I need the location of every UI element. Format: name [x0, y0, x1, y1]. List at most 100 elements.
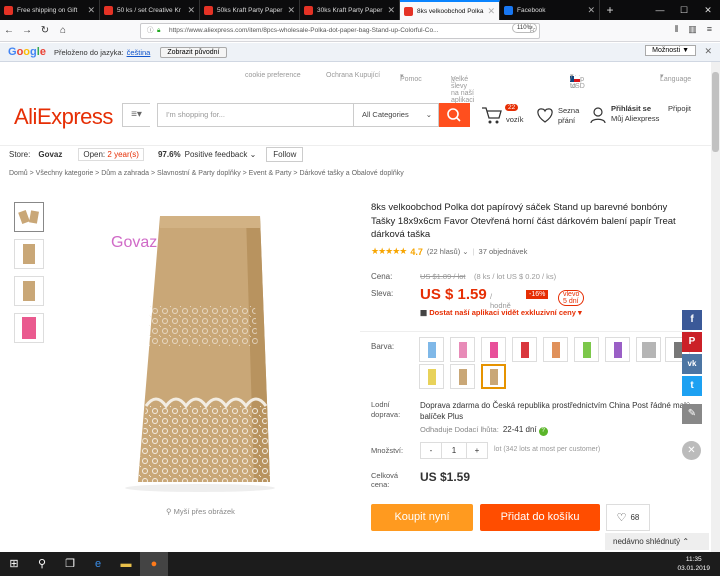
category-select[interactable]: All Categories ⌄: [354, 103, 439, 127]
thumbnail[interactable]: [14, 276, 44, 306]
scrollbar-thumb[interactable]: [712, 72, 719, 152]
reload-icon[interactable]: ↻: [36, 25, 54, 36]
close-tab-icon[interactable]: ✕: [387, 5, 395, 16]
thumbnail[interactable]: [14, 239, 44, 269]
browser-tab[interactable]: 50 ks / set Creative Kr ✕: [100, 0, 200, 20]
back-icon[interactable]: ←: [0, 25, 18, 36]
sidebar-icon[interactable]: ▥: [688, 24, 697, 35]
library-icon[interactable]: ⫴: [674, 24, 678, 35]
browser-tab[interactable]: 30ks Kraft Party Paper ✕: [300, 0, 400, 20]
aliexpress-logo[interactable]: AliExpress: [14, 104, 113, 130]
color-swatch[interactable]: [574, 337, 599, 362]
buyer-protection-link[interactable]: Ochrana Kupující: [326, 72, 380, 79]
info-icon[interactable]: ⓘ: [147, 24, 154, 38]
quantity-decrease-button[interactable]: -: [421, 443, 441, 458]
twitter-share-icon[interactable]: t: [682, 376, 702, 396]
cookie-link[interactable]: cookie preference: [245, 72, 301, 79]
close-icon[interactable]: ✕: [704, 46, 712, 57]
browser-tab[interactable]: 50ks Kraft Party Paper ✕: [200, 0, 300, 20]
forward-icon[interactable]: →: [18, 25, 36, 36]
scrollbar[interactable]: [711, 62, 720, 552]
language-select[interactable]: čeština: [127, 48, 151, 57]
product-image[interactable]: [50, 196, 358, 502]
close-window-icon[interactable]: ✕: [696, 0, 720, 20]
thumbnail[interactable]: [14, 313, 44, 343]
buy-now-button[interactable]: Koupit nyní: [371, 504, 473, 531]
help-icon[interactable]: ?: [538, 427, 548, 436]
heart-icon[interactable]: [535, 106, 555, 124]
file-explorer-icon[interactable]: ▬: [112, 552, 140, 576]
facebook-share-icon[interactable]: f: [682, 310, 702, 330]
search-button[interactable]: [439, 103, 470, 127]
address-bar[interactable]: ⓘ 🔒︎ https://www.aliexpress.com/item/8pcs-…: [140, 23, 540, 39]
category-menu-button[interactable]: ≡▾: [122, 103, 150, 127]
reviews-link[interactable]: (22 hlasů) ⌄: [427, 247, 469, 256]
original-price: US $1.89 / lot: [420, 272, 466, 281]
add-to-cart-button[interactable]: Přidat do košíku: [480, 504, 600, 531]
browser-tab[interactable]: Free shipping on Gift ✕: [0, 0, 100, 20]
toolbar-right: ⫴ ▥ ≡: [674, 24, 712, 35]
task-view-icon[interactable]: ❐: [56, 552, 84, 576]
color-swatch[interactable]: [450, 337, 475, 362]
account-link[interactable]: Přihlásit se Můj Aliexpress: [611, 104, 659, 124]
ship-to-link[interactable]: Ship to / USD ▾: [570, 72, 585, 90]
home-icon[interactable]: ⌂: [54, 25, 72, 36]
cart-label[interactable]: vozík: [506, 115, 524, 124]
color-swatch[interactable]: [543, 337, 568, 362]
options-button[interactable]: Možnosti ▼: [645, 45, 696, 56]
close-tab-icon[interactable]: ✕: [287, 5, 295, 16]
close-tab-icon[interactable]: ✕: [587, 5, 595, 16]
browser-tab[interactable]: Facebook ✕: [500, 0, 600, 20]
add-to-wishlist-button[interactable]: ♡ 68: [606, 504, 650, 531]
minimize-icon[interactable]: —: [648, 0, 672, 20]
heart-icon: ♡: [616, 512, 627, 524]
feedback-percent: 97.6%: [157, 150, 181, 159]
store-name[interactable]: Govaz: [38, 150, 62, 159]
color-swatch[interactable]: [419, 364, 444, 389]
new-tab-button[interactable]: +: [600, 0, 620, 20]
clock[interactable]: 11:35 03.01.2019: [677, 555, 710, 573]
wishlist-link[interactable]: Sezna přání: [558, 106, 579, 126]
help-link[interactable]: Pomoc ▾: [400, 72, 422, 83]
browser-tab-active[interactable]: 8ks velkoobchod Polka ✕: [400, 0, 500, 20]
bookmark-icon[interactable]: ☆: [528, 24, 536, 35]
thumbnail[interactable]: [14, 202, 44, 232]
user-icon[interactable]: [589, 106, 607, 124]
color-swatch[interactable]: [481, 337, 506, 362]
quantity-input[interactable]: 1: [441, 443, 467, 458]
show-original-button[interactable]: Zobrazit původní: [160, 46, 227, 58]
windows-start-icon[interactable]: ⊞: [0, 552, 28, 576]
close-tab-icon[interactable]: ✕: [87, 5, 95, 16]
search-icon[interactable]: ⚲: [28, 552, 56, 576]
maximize-icon[interactable]: ☐: [672, 0, 696, 20]
rating-row: ★★★★★ 4.7 (22 hlasů) ⌄ | 37 objednávek: [371, 246, 528, 257]
close-icon[interactable]: ✕: [682, 441, 701, 460]
close-tab-icon[interactable]: ✕: [187, 5, 195, 16]
follow-button[interactable]: Follow: [266, 147, 304, 162]
register-link[interactable]: Připojit: [668, 104, 691, 113]
language-link[interactable]: Language ▾: [660, 72, 691, 83]
breadcrumb[interactable]: Domů > Všechny kategorie > Dům a zahrada…: [9, 170, 404, 177]
search-input[interactable]: I'm shopping for...: [157, 103, 354, 127]
close-tab-icon[interactable]: ✕: [487, 6, 495, 17]
feedback-link[interactable]: Positive feedback ⌄: [185, 150, 257, 159]
menu-icon[interactable]: ≡: [707, 24, 712, 35]
color-swatch[interactable]: [450, 364, 475, 389]
edge-icon[interactable]: e: [84, 552, 112, 576]
color-swatch[interactable]: [419, 337, 444, 362]
orders-count: 37 objednávek: [478, 247, 528, 256]
vk-share-icon[interactable]: vk: [682, 354, 702, 374]
shipping-text[interactable]: Doprava zdarma do Česká republika prostř…: [420, 400, 690, 422]
quantity-increase-button[interactable]: +: [467, 443, 487, 458]
edit-icon[interactable]: ✎: [682, 404, 702, 424]
color-swatch[interactable]: [512, 337, 537, 362]
thumbnail-list: [14, 202, 46, 350]
app-promo-link[interactable]: ▦ Dostat naší aplikaci vidět exkluzivní …: [420, 308, 582, 317]
color-swatch[interactable]: [636, 337, 661, 362]
firefox-icon[interactable]: ●: [140, 552, 168, 576]
color-swatch[interactable]: [605, 337, 630, 362]
pinterest-share-icon[interactable]: P: [682, 332, 702, 352]
recently-viewed-tab[interactable]: nedávno shlédnutý ⌃: [605, 533, 709, 550]
color-swatch-selected[interactable]: [481, 364, 506, 389]
social-share-bar: f P vk t: [682, 310, 702, 398]
